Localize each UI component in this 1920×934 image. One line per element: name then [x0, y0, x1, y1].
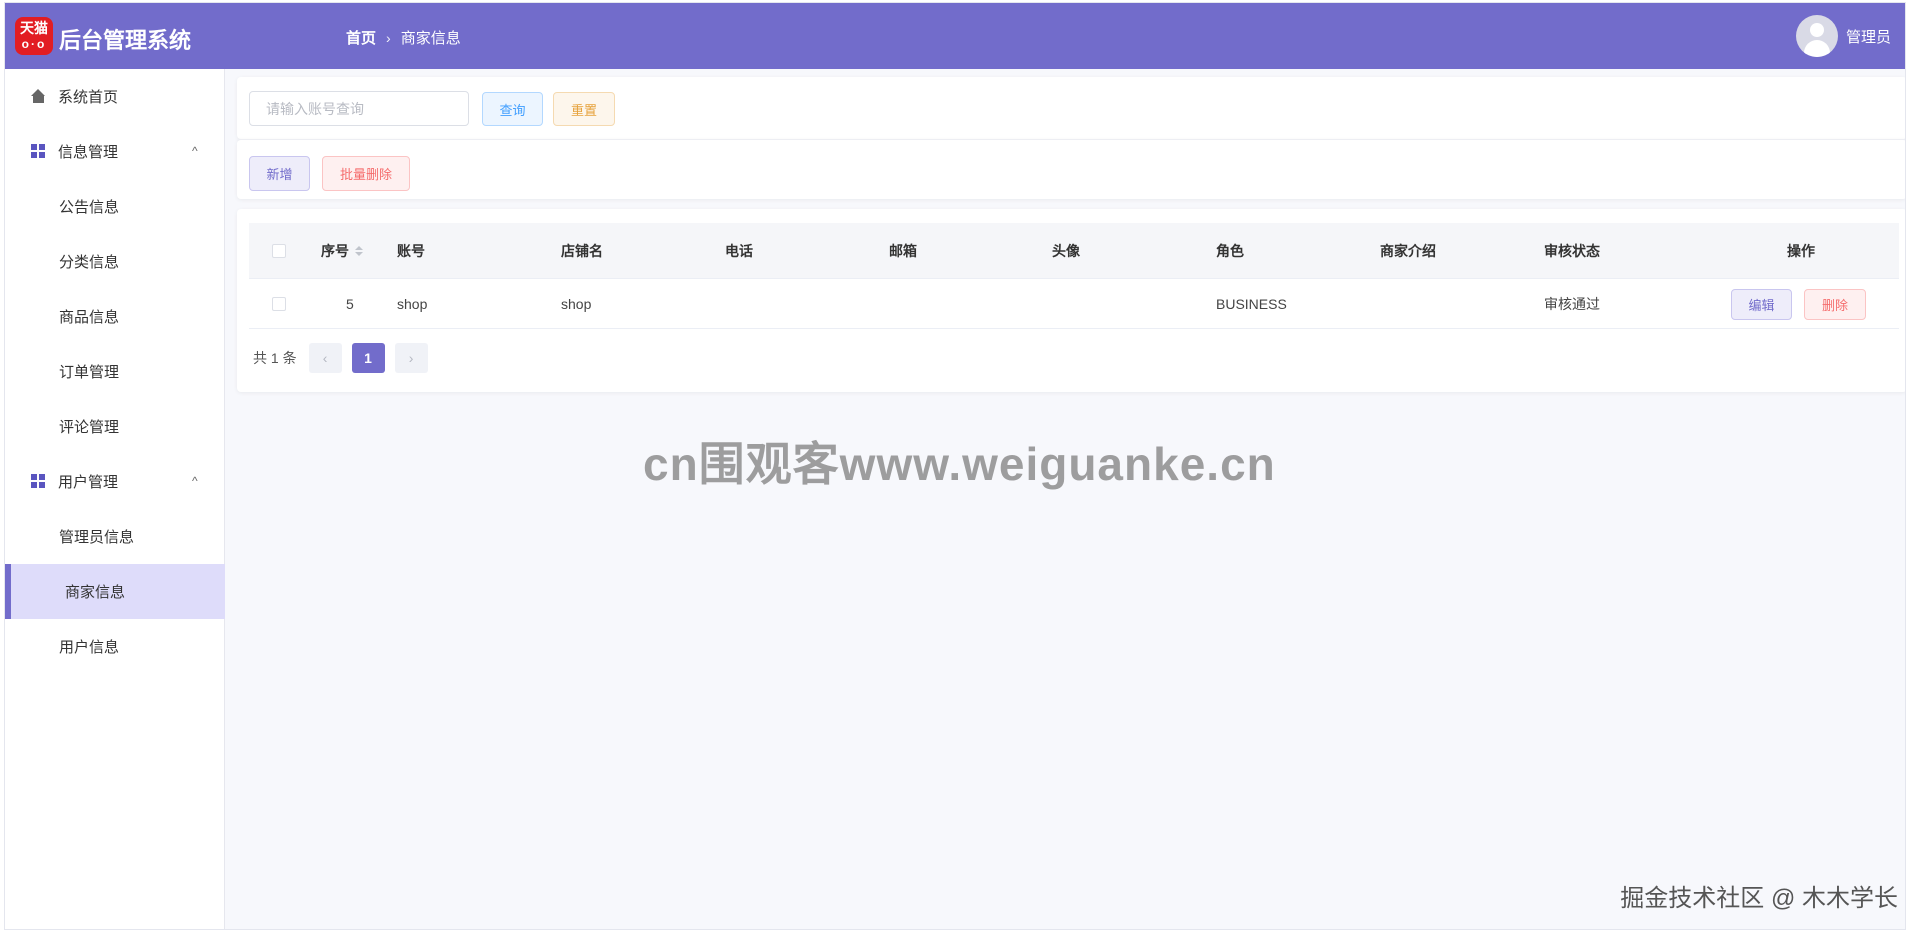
sidebar-group-label: 用户管理 — [58, 474, 119, 491]
cell-role: BUSINESS — [1216, 295, 1287, 312]
pagination: 共 1 条 ‹ 1 › — [253, 343, 438, 373]
chevron-up-icon: ^ — [192, 474, 198, 488]
breadcrumb: 首页 › 商家信息 — [346, 27, 461, 48]
col-header-shop-name: 店铺名 — [561, 242, 603, 259]
sidebar-item-label: 评论管理 — [59, 419, 120, 436]
next-page-button[interactable]: › — [394, 343, 428, 373]
sidebar-item-admins[interactable]: 管理员信息 — [5, 509, 225, 564]
sidebar-item-label: 商家信息 — [65, 584, 126, 601]
sidebar: 系统首页 信息管理 ^ 公告信息 分类信息 商品信息 订单管理 评论管理 用户管… — [5, 69, 225, 929]
sidebar-item-business[interactable]: 商家信息 — [5, 564, 225, 619]
search-input[interactable] — [249, 91, 469, 126]
batch-delete-button[interactable]: 批量删除 — [322, 156, 410, 191]
search-panel: 查询 重置 — [237, 77, 1905, 139]
toolbar-panel: 新增 批量删除 — [237, 139, 1905, 199]
avatar[interactable] — [1795, 15, 1838, 57]
page-button-current[interactable]: 1 — [351, 343, 385, 373]
pagination-total: 共 1 条 — [253, 350, 297, 366]
sort-icon[interactable] — [355, 245, 363, 256]
cell-status: 审核通过 — [1544, 295, 1600, 312]
sidebar-item-label: 管理员信息 — [59, 529, 135, 546]
row-checkbox[interactable] — [272, 296, 286, 311]
sidebar-item-category[interactable]: 分类信息 — [5, 234, 225, 289]
user-name[interactable]: 管理员 — [1846, 26, 1891, 47]
prev-page-button[interactable]: ‹ — [308, 343, 342, 373]
sidebar-item-notice[interactable]: 公告信息 — [5, 179, 225, 234]
sidebar-item-comments[interactable]: 评论管理 — [5, 399, 225, 454]
sidebar-item-users[interactable]: 用户信息 — [5, 619, 225, 674]
col-header-id[interactable]: 序号 — [321, 223, 363, 278]
sidebar-item-label: 商品信息 — [59, 309, 120, 326]
table-panel: 序号 账号 店铺名 电话 邮箱 头像 角色 商家介绍 审核状态 操作 5 sho… — [237, 209, 1905, 392]
delete-button[interactable]: 删除 — [1804, 289, 1866, 320]
sidebar-item-label: 系统首页 — [58, 89, 119, 106]
breadcrumb-current: 商家信息 — [400, 30, 461, 47]
add-button[interactable]: 新增 — [249, 156, 310, 191]
col-header-phone: 电话 — [725, 242, 753, 259]
col-header-label: 序号 — [321, 242, 349, 259]
breadcrumb-home[interactable]: 首页 — [346, 27, 376, 48]
sidebar-item-label: 用户信息 — [59, 639, 120, 656]
row-select-cell — [272, 279, 286, 328]
grid-icon — [31, 144, 45, 158]
col-header-account: 账号 — [397, 242, 425, 259]
grid-icon — [31, 474, 45, 488]
select-all-cell — [272, 223, 286, 278]
sidebar-group-users[interactable]: 用户管理 ^ — [5, 454, 225, 509]
edit-button[interactable]: 编辑 — [1731, 289, 1792, 320]
cell-id: 5 — [346, 295, 354, 312]
col-header-intro: 商家介绍 — [1380, 242, 1436, 259]
col-header-avatar: 头像 — [1052, 242, 1080, 259]
app-frame: 天猫 o·o 后台管理系统 首页 › 商家信息 管理员 系统首页 信息管理 ^ … — [4, 2, 1906, 930]
top-header: 天猫 o·o 后台管理系统 首页 › 商家信息 管理员 — [5, 3, 1905, 69]
col-header-email: 邮箱 — [889, 242, 917, 259]
sidebar-item-goods[interactable]: 商品信息 — [5, 289, 225, 344]
col-header-status: 审核状态 — [1544, 242, 1600, 259]
table-row: 5 shop shop BUSINESS 审核通过 编辑 删除 — [249, 279, 1899, 329]
watermark: cn围观客www.weiguanke.cn — [643, 438, 1276, 490]
sidebar-item-home[interactable]: 系统首页 — [5, 69, 225, 124]
table-header: 序号 账号 店铺名 电话 邮箱 头像 角色 商家介绍 审核状态 操作 — [249, 223, 1899, 279]
user-menu[interactable]: 管理员 — [1795, 15, 1891, 57]
logo-text: 天猫 — [20, 20, 48, 36]
reset-button[interactable]: 重置 — [553, 92, 615, 126]
footer-watermark: 掘金技术社区 @ 木木学长 — [1620, 885, 1898, 912]
sidebar-item-label: 订单管理 — [59, 364, 120, 381]
home-icon — [31, 89, 46, 103]
col-header-role: 角色 — [1216, 242, 1244, 259]
cell-account: shop — [397, 295, 428, 312]
cell-shop-name: shop — [561, 295, 592, 312]
sidebar-item-label: 公告信息 — [59, 199, 120, 216]
logo-eyes: o·o — [21, 37, 47, 51]
chevron-up-icon: ^ — [192, 144, 198, 158]
breadcrumb-separator-icon: › — [386, 29, 391, 46]
sidebar-item-orders[interactable]: 订单管理 — [5, 344, 225, 399]
col-header-actions: 操作 — [1787, 242, 1815, 259]
sidebar-group-label: 信息管理 — [58, 144, 119, 161]
tmall-logo: 天猫 o·o — [15, 17, 53, 55]
select-all-checkbox[interactable] — [272, 243, 286, 258]
sidebar-item-label: 分类信息 — [59, 254, 120, 271]
app-title: 后台管理系统 — [59, 28, 192, 53]
sidebar-group-info[interactable]: 信息管理 ^ — [5, 124, 225, 179]
query-button[interactable]: 查询 — [482, 92, 543, 126]
